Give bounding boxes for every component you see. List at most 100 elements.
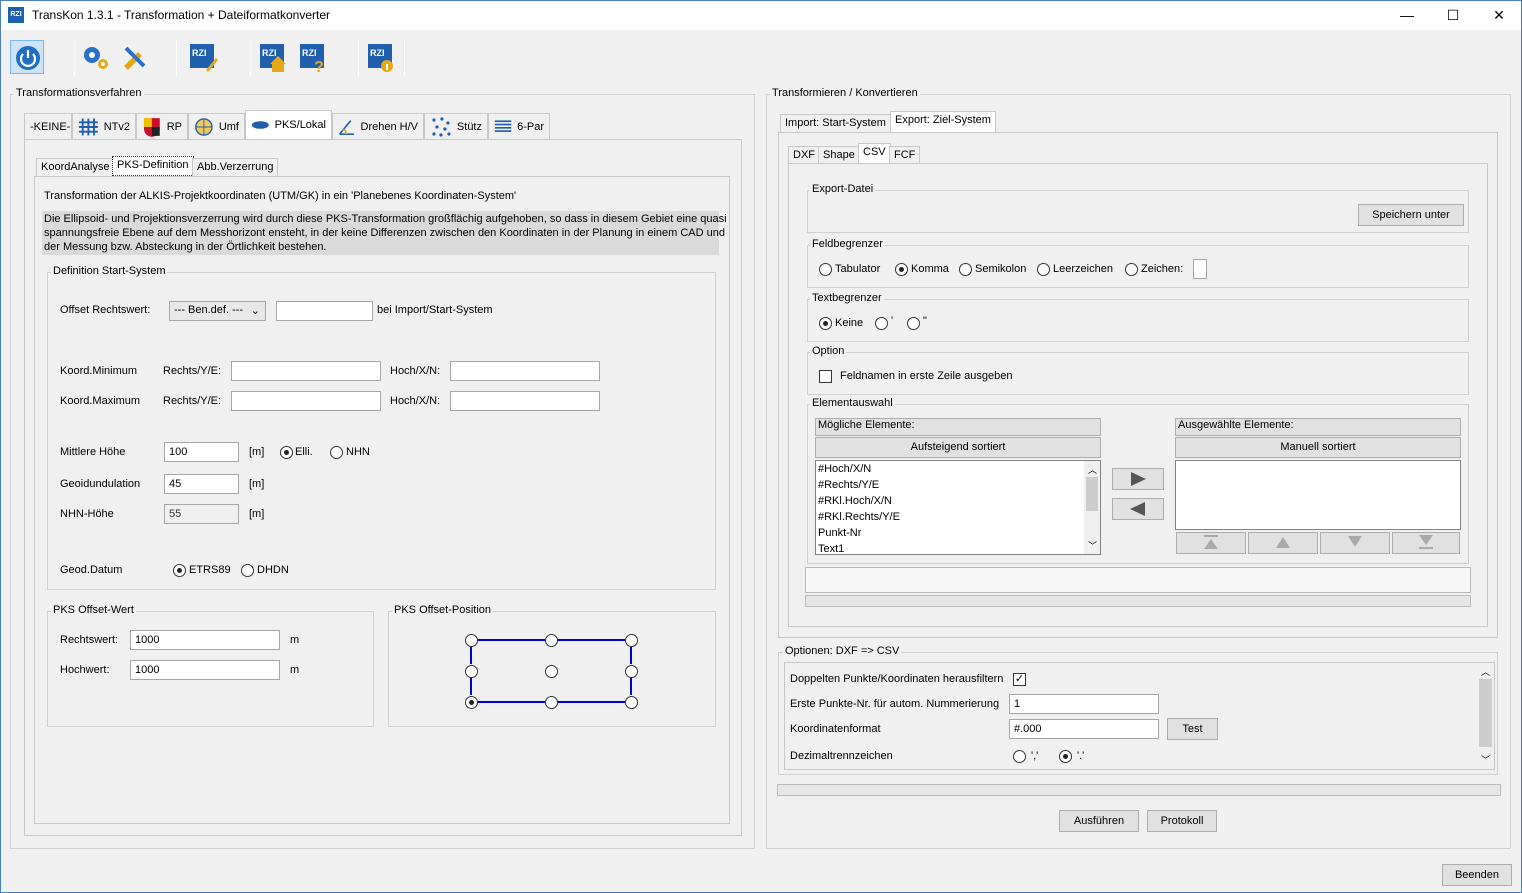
move-right-button[interactable]	[1112, 468, 1164, 490]
min-rechts-input[interactable]	[231, 361, 381, 381]
decimal-dot-radio[interactable]	[1059, 750, 1072, 763]
execute-button[interactable]: Ausführen	[1059, 810, 1139, 832]
offset-value-input[interactable]	[276, 301, 373, 321]
geoid-input[interactable]	[164, 474, 239, 494]
offset-rechtswert-input[interactable]	[130, 630, 280, 650]
tools-button[interactable]	[118, 40, 152, 74]
save-as-button[interactable]: Speichern unter	[1358, 204, 1464, 226]
offset-select[interactable]: --- Ben.def. --- ⌄	[169, 301, 266, 321]
move-up-button[interactable]	[1248, 532, 1318, 554]
subtab-dxf[interactable]: DXF	[788, 146, 820, 164]
options-scrollbar[interactable]: ︿ ﹀	[1477, 663, 1494, 769]
subtab-pks-definition[interactable]: PKS-Definition	[112, 156, 194, 176]
selected-elements-list[interactable]	[1175, 460, 1461, 530]
max-hoch-label: Hoch/X/N:	[390, 395, 441, 407]
scroll-down-icon[interactable]: ﹀	[1481, 753, 1490, 766]
subtab-abb-verzerrung[interactable]: Abb.Verzerrung	[192, 158, 279, 176]
offset-pos-top-right-radio[interactable]	[625, 634, 638, 647]
offset-pos-top-center-radio[interactable]	[545, 634, 558, 647]
scroll-up-icon[interactable]: ︿	[1088, 463, 1097, 476]
delim-tab-radio[interactable]	[819, 263, 832, 276]
rzi-edit-button[interactable]: RZI	[186, 40, 220, 74]
move-bottom-button[interactable]	[1392, 532, 1460, 554]
tab-ntv2[interactable]: NTv2	[72, 113, 136, 139]
rzi-help-button[interactable]: RZI ?	[296, 40, 330, 76]
format-input[interactable]	[1009, 719, 1159, 739]
filter-dup-checkbox[interactable]: ✓	[1013, 673, 1026, 686]
close-button[interactable]: ✕	[1476, 0, 1522, 30]
tab-export-ziel[interactable]: Export: Ziel-System	[890, 111, 996, 133]
tab-stuetz[interactable]: Stütz	[424, 113, 488, 139]
delim-semicolon-radio[interactable]	[959, 263, 972, 276]
max-hoch-input[interactable]	[450, 391, 600, 411]
delim-comma-radio[interactable]	[895, 263, 908, 276]
possible-sort-button[interactable]: Aufsteigend sortiert	[815, 437, 1101, 458]
tab-pks-lokal[interactable]: PKS/Lokal	[245, 110, 332, 139]
globe-icon	[195, 117, 213, 136]
protocol-button[interactable]: Protokoll	[1147, 810, 1217, 832]
test-button[interactable]: Test	[1167, 718, 1218, 740]
fieldnames-checkbox[interactable]	[819, 370, 832, 383]
subtab-shape[interactable]: Shape	[818, 146, 860, 164]
list-item[interactable]: #Rechts/Y/E	[816, 477, 1100, 493]
offset-pos-middle-left-radio[interactable]	[465, 665, 478, 678]
scroll-up-icon[interactable]: ︿	[1481, 665, 1490, 678]
delim-char-radio[interactable]	[1125, 263, 1138, 276]
list-item[interactable]: #RKl.Hoch/X/N	[816, 493, 1100, 509]
list-item[interactable]: #RKl.Rechts/Y/E	[816, 509, 1100, 525]
power-button[interactable]	[10, 40, 44, 74]
text-delim-single-radio[interactable]	[875, 317, 888, 330]
offset-pos-bottom-left-radio[interactable]	[465, 696, 478, 709]
first-nr-input[interactable]	[1009, 694, 1159, 714]
move-down-button[interactable]	[1320, 532, 1390, 554]
maximize-button[interactable]: ☐	[1430, 0, 1476, 30]
text-delim-double-radio[interactable]	[907, 317, 920, 330]
delim-space-radio[interactable]	[1037, 263, 1050, 276]
etrs89-radio[interactable]	[173, 564, 186, 577]
possible-elements-list[interactable]: #Hoch/X/N #Rechts/Y/E #RKl.Hoch/X/N #RKl…	[815, 460, 1101, 555]
scroll-down-icon[interactable]: ﹀	[1088, 539, 1097, 552]
tab-drehen[interactable]: Drehen H/V	[332, 113, 424, 139]
settings-button[interactable]	[78, 40, 112, 74]
move-left-button[interactable]	[1112, 498, 1164, 520]
list-item[interactable]: #Hoch/X/N	[816, 461, 1100, 477]
minimize-button[interactable]: —	[1384, 0, 1430, 30]
subtab-koordanalyse[interactable]: KoordAnalyse	[36, 158, 115, 176]
mittlere-hoehe-label: Mittlere Höhe	[60, 446, 126, 458]
elli-radio[interactable]	[280, 446, 293, 459]
rzi-info-button[interactable]: RZI	[364, 40, 398, 74]
tab-umf[interactable]: Umf	[188, 113, 245, 139]
subtab-fcf[interactable]: FCF	[889, 146, 921, 164]
wrench-icon	[124, 46, 146, 70]
selected-sort-button[interactable]: Manuell sortiert	[1175, 437, 1461, 458]
offset-hochwert-input[interactable]	[130, 660, 280, 680]
scroll-thumb[interactable]	[1086, 477, 1098, 511]
rzi-home-button[interactable]: RZI	[256, 40, 290, 74]
offset-pos-bottom-right-radio[interactable]	[625, 696, 638, 709]
offset-pos-top-left-radio[interactable]	[465, 634, 478, 647]
tab-keine[interactable]: -KEINE-	[24, 113, 72, 139]
dhdn-radio[interactable]	[241, 564, 254, 577]
tab-rp[interactable]: RP	[136, 113, 188, 139]
text-delim-none-radio[interactable]	[819, 317, 832, 330]
mittlere-hoehe-input[interactable]	[164, 442, 239, 462]
offset-pos-bottom-center-radio[interactable]	[545, 696, 558, 709]
quit-button[interactable]: Beenden	[1442, 864, 1512, 886]
delim-char-input[interactable]	[1193, 259, 1207, 279]
move-top-button[interactable]	[1176, 532, 1246, 554]
list-item[interactable]: Text1	[816, 541, 1100, 557]
max-rechts-input[interactable]	[231, 391, 381, 411]
nhn-radio[interactable]	[330, 446, 343, 459]
list-item[interactable]: Punkt-Nr	[816, 525, 1100, 541]
min-hoch-input[interactable]	[450, 361, 600, 381]
offset-pos-center-radio[interactable]	[545, 665, 558, 678]
scroll-thumb[interactable]	[1479, 679, 1492, 747]
description-line-3: der Messung bzw. Absteckung in der Örtli…	[44, 241, 327, 253]
possible-list-scrollbar[interactable]: ︿ ﹀	[1084, 461, 1100, 554]
tab-import-start[interactable]: Import: Start-System	[780, 114, 891, 133]
offset-pos-middle-right-radio[interactable]	[625, 665, 638, 678]
decimal-comma-radio[interactable]	[1013, 750, 1026, 763]
text-delim-double-label: "	[923, 315, 927, 327]
subtab-csv[interactable]: CSV	[858, 143, 891, 164]
tab-6par[interactable]: 6-Par	[488, 113, 550, 139]
